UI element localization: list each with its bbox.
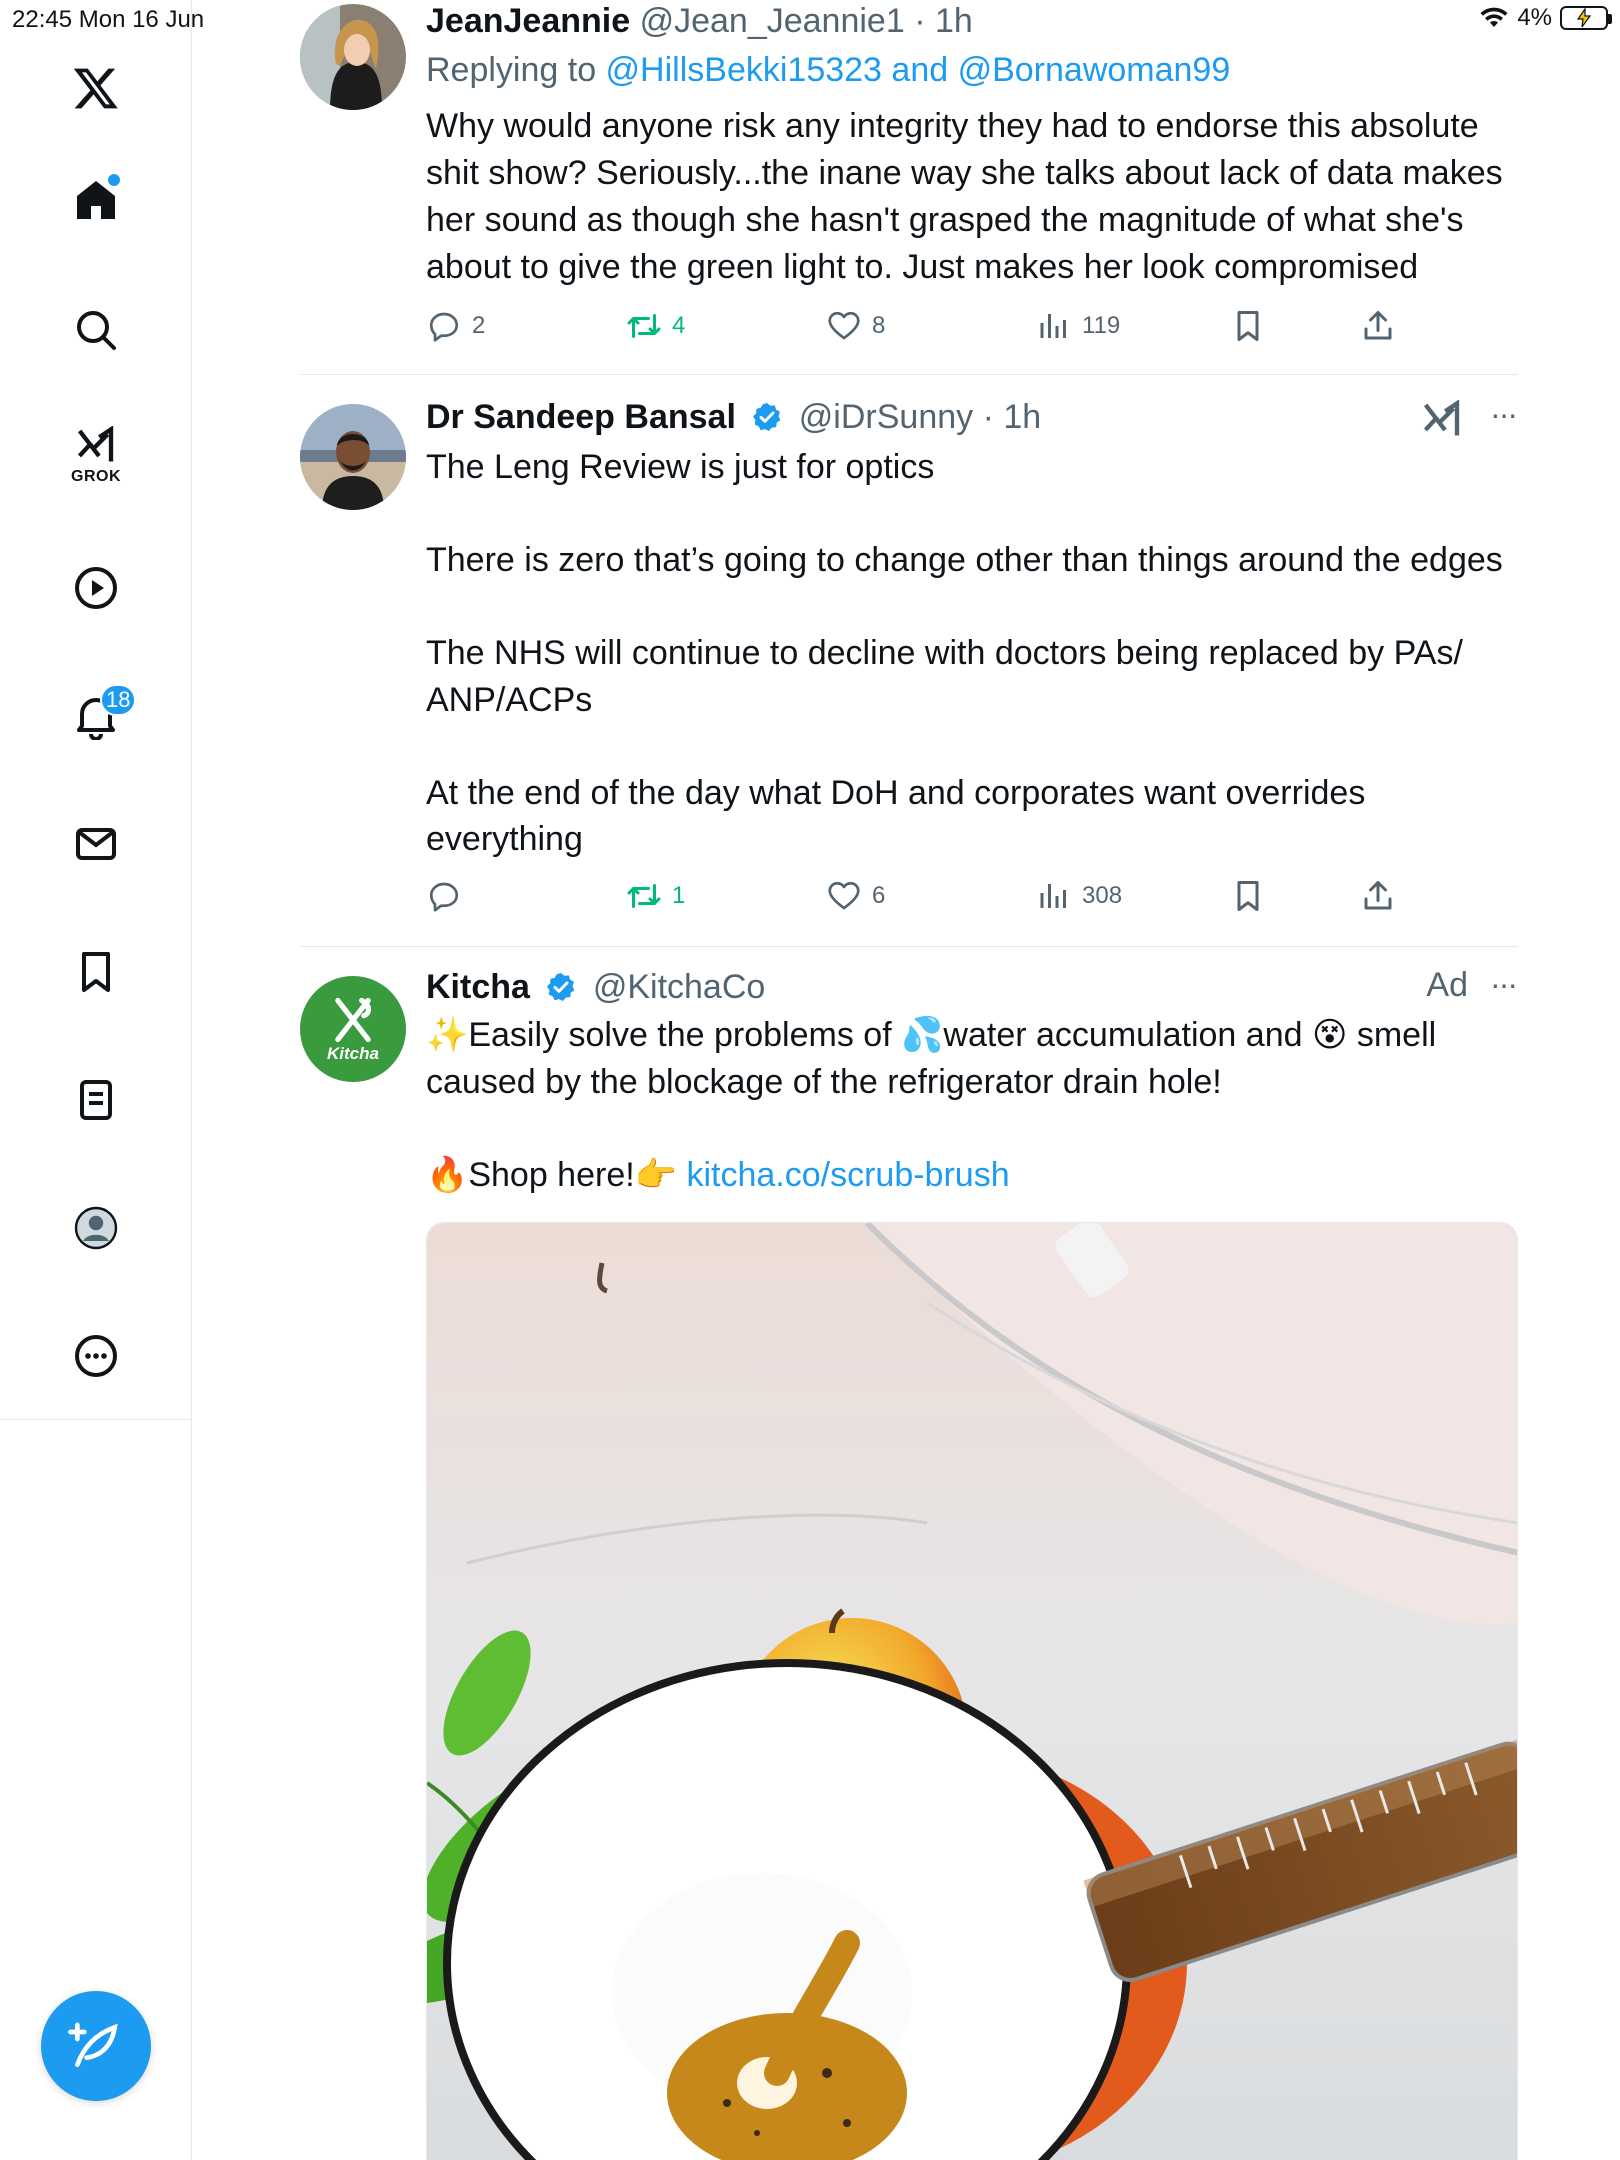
display-name[interactable]: Dr Sandeep Bansal [426,398,736,436]
notifications-nav-item[interactable]: 18 [56,676,137,756]
share-icon [1364,311,1392,340]
tweet-divider [300,374,1518,375]
retweet-count: 1 [672,882,686,909]
heart-icon [828,881,860,910]
grok-label: GROK [71,468,121,485]
like-button[interactable]: 8 [826,308,885,344]
share-button[interactable] [1360,878,1396,914]
heart-icon [828,311,860,340]
views-button[interactable]: 119 [1036,308,1120,344]
user-handle[interactable]: @iDrSunny [799,398,973,436]
avatar[interactable] [300,4,406,110]
view-count: 308 [1082,882,1123,909]
analytics-icon [1040,314,1066,338]
shop-text: 🔥Shop here!👉 [426,1156,687,1194]
tweet-text: Why would anyone risk any integrity they… [426,107,1513,286]
more-menu-icon[interactable]: ··· [1490,966,1518,1003]
battery-percent: 4% [1517,4,1552,31]
display-name[interactable]: Kitcha [426,968,530,1006]
messages-icon[interactable] [56,804,136,884]
video-play-icon[interactable] [56,548,136,628]
tweet-divider [300,946,1518,947]
tweet-actions: 2 4 8 119 [426,304,1406,348]
compose-quill-icon [68,2022,118,2067]
video-thumbnail [427,1223,1517,2160]
reply-icon [429,312,459,342]
analytics-icon [1040,884,1066,908]
bookmark-button[interactable] [1230,878,1266,914]
replying-to: Replying to @HillsBekki15323 and @Bornaw… [426,45,1518,95]
grok-explain-icon[interactable] [1422,400,1462,440]
retweet-button[interactable]: 1 [626,878,685,914]
more-options-icon[interactable] [56,1316,136,1396]
reply-count: 2 [472,312,486,339]
x-logo-icon[interactable] [56,48,136,128]
lists-icon[interactable] [56,1060,136,1140]
ad-label: Ad [1426,966,1468,1004]
shop-line: 🔥Shop here!👉 kitcha.co/scrub-brush [426,1152,1516,1199]
reply-button[interactable] [426,878,472,914]
tweet-header: JeanJeannie @Jean_Jeannie1 · 1h [426,0,1518,42]
timestamp[interactable]: · 1h [983,398,1042,436]
kitcha-avatar-text: Kitcha [327,1044,379,1063]
sidebar: GROK 18 [0,0,192,2160]
retweet-icon [627,314,661,338]
retweet-icon [627,884,661,908]
user-handle[interactable]: @KitchaCo [593,968,765,1006]
reply-users-link[interactable]: @HillsBekki15323 and @Bornawoman99 [606,51,1231,89]
share-icon [1364,881,1392,910]
bookmark-icon [1237,881,1259,911]
avatar[interactable] [300,404,406,510]
like-count: 6 [872,882,886,909]
bookmark-button[interactable] [1230,308,1266,344]
verified-badge-icon [547,973,575,1001]
tweet-text: ✨Easily solve the problems of 💦water acc… [426,1016,1446,1101]
home-unread-dot [108,174,120,186]
compose-post-button[interactable] [41,1991,151,2101]
fork-knife-icon [335,997,372,1043]
shop-link[interactable]: kitcha.co/scrub-brush [686,1156,1009,1194]
replying-to-label: Replying to [426,51,606,89]
reply-icon [429,882,459,912]
views-button[interactable]: 308 [1036,878,1122,914]
sidebar-divider [0,1419,192,1420]
reply-button[interactable]: 2 [426,308,485,344]
retweet-button[interactable]: 4 [626,308,685,344]
tweet-actions: 1 6 308 [426,874,1406,918]
tweet-text: The Leng Review is just for optics There… [426,448,1503,858]
share-button[interactable] [1360,308,1396,344]
bookmarks-icon[interactable] [56,932,136,1012]
more-menu-icon[interactable]: ··· [1490,396,1518,433]
home-icon[interactable] [56,160,136,240]
user-handle[interactable]: @Jean_Jeannie1 [640,2,905,40]
profile-avatar-icon[interactable] [56,1188,136,1268]
tweet-header: Kitcha @KitchaCo [426,966,1518,1008]
notifications-badge: 18 [100,684,137,716]
search-icon[interactable] [56,290,136,370]
avatar[interactable]: Kitcha [300,976,406,1082]
bookmark-icon [1237,311,1259,341]
ad-video-media[interactable] [426,1222,1518,2160]
tweet-header: Dr Sandeep Bansal @iDrSunny · 1h [426,396,1518,438]
view-count: 119 [1082,312,1121,339]
like-button[interactable]: 6 [826,878,885,914]
retweet-count: 4 [672,312,686,339]
like-count: 8 [872,312,886,339]
grok-icon [77,426,114,462]
grok-nav-item[interactable]: GROK [56,416,136,496]
verified-badge-icon [753,403,781,431]
timestamp[interactable]: · 1h [914,2,973,40]
battery-icon [1560,6,1612,30]
display-name[interactable]: JeanJeannie [426,2,630,40]
